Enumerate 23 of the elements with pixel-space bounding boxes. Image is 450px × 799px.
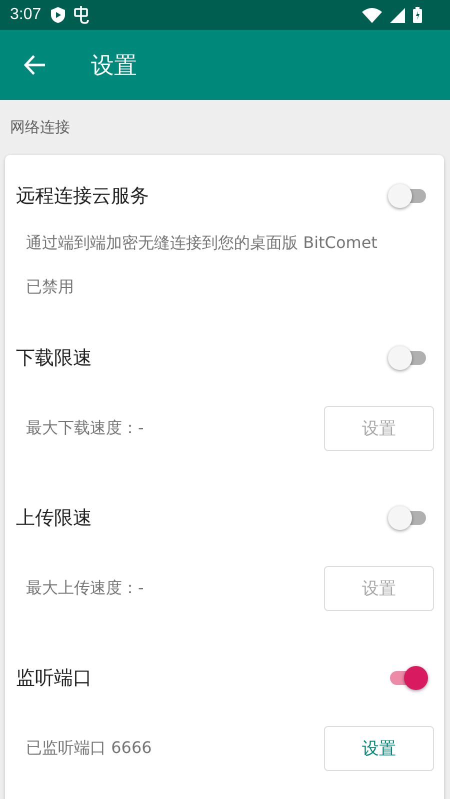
setting-value: 已监听端口 6666 — [26, 738, 152, 759]
back-icon[interactable] — [24, 55, 46, 75]
setting-description: 通过端到端加密无缝连接到您的桌面版 BitComet — [25, 232, 378, 254]
signal-icon — [390, 8, 405, 22]
wifi-icon — [362, 8, 382, 22]
toggle-switch[interactable] — [388, 665, 428, 691]
set-button[interactable]: 设置 — [324, 726, 434, 771]
toggle-switch[interactable] — [388, 345, 428, 371]
setting-value: 最大下载速度：- — [26, 418, 144, 439]
battery-icon — [413, 7, 422, 23]
setting-title: 上传限速 — [16, 506, 92, 531]
status-time: 3:07 — [10, 6, 42, 24]
setting-title: 下载限速 — [16, 346, 92, 371]
setting-title: 监听端口 — [16, 666, 92, 691]
page-title: 设置 — [91, 52, 137, 80]
shield-icon — [51, 7, 66, 23]
setting-title: 远程连接云服务 — [16, 184, 149, 209]
setting-description: 已禁用 — [25, 276, 75, 298]
bug-icon — [73, 6, 90, 24]
toggle-switch[interactable] — [388, 505, 428, 531]
toggle-switch[interactable] — [388, 183, 428, 209]
setting-value: 最大上传速度：- — [26, 578, 144, 599]
section-header: 网络连接 — [9, 117, 71, 138]
